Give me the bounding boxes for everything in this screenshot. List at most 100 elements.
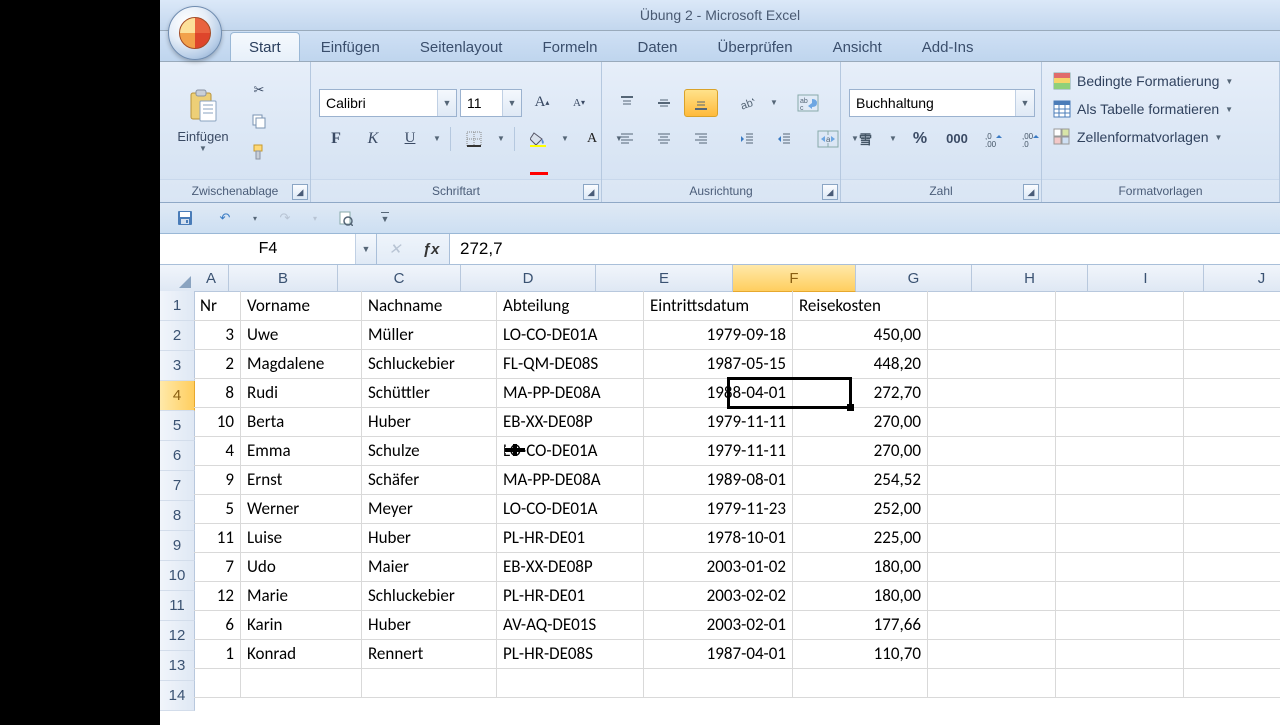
cell[interactable]: 12 <box>194 581 241 611</box>
row-header[interactable]: 12 <box>160 621 195 651</box>
cell[interactable]: 225,00 <box>793 523 928 553</box>
borders-dropdown[interactable]: ▼ <box>494 125 508 153</box>
redo-dropdown[interactable]: ▾ <box>308 204 322 232</box>
percent-button[interactable]: % <box>903 125 937 153</box>
merge-center-button[interactable]: a <box>811 125 845 153</box>
column-header-I[interactable]: I <box>1088 265 1204 292</box>
cell[interactable] <box>1184 523 1280 553</box>
cell[interactable] <box>928 639 1056 669</box>
cell[interactable] <box>1056 320 1184 350</box>
row-header[interactable]: 4 <box>160 381 195 411</box>
cell[interactable] <box>928 436 1056 466</box>
cell[interactable]: 11 <box>194 523 241 553</box>
tab-ansicht[interactable]: Ansicht <box>814 32 901 61</box>
format-painter-button[interactable] <box>242 138 276 166</box>
cell[interactable]: 1979-11-23 <box>644 494 793 524</box>
row-header[interactable]: 8 <box>160 501 195 531</box>
row-header[interactable]: 3 <box>160 351 195 381</box>
cell[interactable] <box>1184 581 1280 611</box>
cell[interactable]: Vorname <box>241 291 362 321</box>
fill-color-dropdown[interactable]: ▼ <box>558 125 572 153</box>
cell[interactable]: 2003-02-01 <box>644 610 793 640</box>
chevron-down-icon[interactable]: ▼ <box>502 90 521 116</box>
cell[interactable]: Berta <box>241 407 362 437</box>
cell[interactable]: 1979-11-11 <box>644 407 793 437</box>
cell[interactable] <box>928 523 1056 553</box>
cell[interactable]: 1987-04-01 <box>644 639 793 669</box>
fill-color-button[interactable] <box>521 125 555 153</box>
cell[interactable]: 2003-02-02 <box>644 581 793 611</box>
cell[interactable] <box>1184 436 1280 466</box>
formula-input[interactable] <box>450 234 1280 264</box>
cell[interactable]: EB-XX-DE08P <box>497 552 644 582</box>
tab-seitenlayout[interactable]: Seitenlayout <box>401 32 522 61</box>
qat-customize[interactable]: ▼ <box>368 204 402 232</box>
cell[interactable]: 450,00 <box>793 320 928 350</box>
cell[interactable]: 180,00 <box>793 581 928 611</box>
redo-button[interactable]: ↷ <box>268 204 302 232</box>
cell[interactable] <box>928 320 1056 350</box>
align-left-button[interactable] <box>610 125 644 153</box>
cell[interactable]: LO-CO-DE01A <box>497 436 644 466</box>
tab-add-ins[interactable]: Add-Ins <box>903 32 993 61</box>
column-header-A[interactable]: A <box>194 265 229 292</box>
cell[interactable] <box>928 291 1056 321</box>
cell[interactable]: LO-CO-DE01A <box>497 494 644 524</box>
cell[interactable] <box>1184 291 1280 321</box>
row-header[interactable]: 11 <box>160 591 195 621</box>
cell[interactable]: 1988-04-01 <box>644 378 793 408</box>
cell[interactable]: Müller <box>362 320 497 350</box>
cell[interactable]: 6 <box>194 610 241 640</box>
cell[interactable] <box>1056 349 1184 379</box>
cell[interactable] <box>1184 465 1280 495</box>
cell[interactable]: 4 <box>194 436 241 466</box>
cell[interactable]: 1979-09-18 <box>644 320 793 350</box>
cell[interactable]: FL-QM-DE08S <box>497 349 644 379</box>
alignment-dialog-launcher[interactable]: ◢ <box>822 184 838 200</box>
column-header-F[interactable]: F <box>733 265 856 292</box>
cell[interactable]: 177,66 <box>793 610 928 640</box>
paste-button[interactable]: Einfügen ▼ <box>168 75 238 167</box>
fx-button[interactable]: ƒx <box>413 234 449 264</box>
cell[interactable]: Huber <box>362 610 497 640</box>
cell[interactable] <box>1056 668 1184 698</box>
decrease-indent-button[interactable] <box>730 125 764 153</box>
cell[interactable]: 10 <box>194 407 241 437</box>
cell[interactable]: 1978-10-01 <box>644 523 793 553</box>
align-middle-button[interactable] <box>647 89 681 117</box>
cell[interactable]: 110,70 <box>793 639 928 669</box>
cell-styles-button[interactable]: Zellenformatvorlagen▼ <box>1046 124 1275 150</box>
underline-dropdown[interactable]: ▼ <box>430 125 444 153</box>
thousands-button[interactable]: 000 <box>940 125 974 153</box>
cell[interactable] <box>1184 407 1280 437</box>
tab-einfügen[interactable]: Einfügen <box>302 32 399 61</box>
align-right-button[interactable] <box>684 125 718 153</box>
cell[interactable]: MA-PP-DE08A <box>497 378 644 408</box>
bold-button[interactable]: F <box>319 125 353 153</box>
align-top-button[interactable] <box>610 89 644 117</box>
tab-überprüfen[interactable]: Überprüfen <box>699 32 812 61</box>
shrink-font-button[interactable]: A▾ <box>562 89 596 117</box>
cell[interactable]: Maier <box>362 552 497 582</box>
select-all-corner[interactable] <box>160 265 195 292</box>
column-header-E[interactable]: E <box>596 265 733 292</box>
cell[interactable]: Nachname <box>362 291 497 321</box>
cell[interactable]: Meyer <box>362 494 497 524</box>
row-header[interactable]: 13 <box>160 651 195 681</box>
cancel-formula-button[interactable]: ✕ <box>377 234 413 264</box>
cell[interactable]: 448,20 <box>793 349 928 379</box>
copy-button[interactable] <box>242 107 276 135</box>
cell[interactable]: MA-PP-DE08A <box>497 465 644 495</box>
cell[interactable]: Ernst <box>241 465 362 495</box>
cell[interactable] <box>1056 610 1184 640</box>
cell[interactable]: 3 <box>194 320 241 350</box>
number-dialog-launcher[interactable]: ◢ <box>1023 184 1039 200</box>
cell[interactable]: PL-HR-DE01 <box>497 523 644 553</box>
cell[interactable]: 7 <box>194 552 241 582</box>
cell[interactable]: Konrad <box>241 639 362 669</box>
cell[interactable] <box>928 465 1056 495</box>
cell[interactable]: PL-HR-DE01 <box>497 581 644 611</box>
cell[interactable]: EB-XX-DE08P <box>497 407 644 437</box>
accounting-dropdown[interactable]: ▼ <box>886 125 900 153</box>
column-header-C[interactable]: C <box>338 265 461 292</box>
